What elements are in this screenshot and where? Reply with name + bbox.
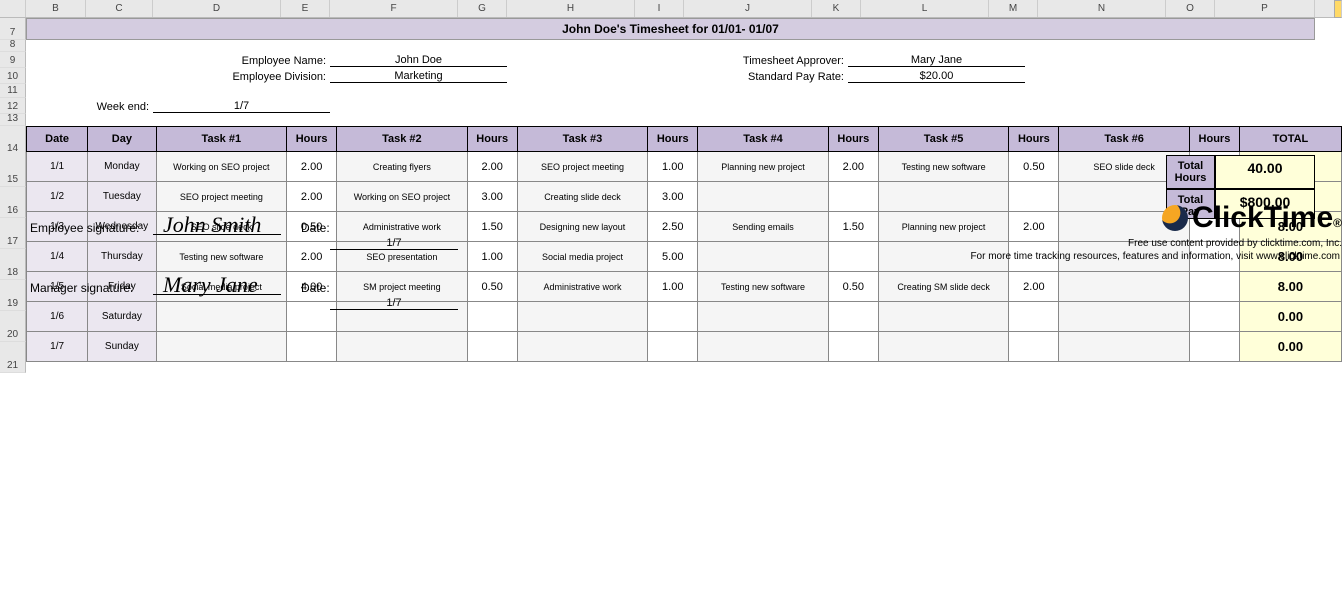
col-B[interactable]: B [26,0,86,17]
timesheet-title: John Doe's Timesheet for 01/01- 01/07 [26,18,1315,40]
total-hours-label: Total Hours [1166,155,1215,189]
employee-signature-label: Employee signature: [26,221,153,235]
col-O[interactable]: O [1166,0,1215,17]
column-headers: B C D E F G H I J K L M N O P [0,0,1342,18]
col-header-total: TOTAL [1239,127,1341,152]
manager-sig-date[interactable]: 1/7 [330,297,458,310]
cell-total[interactable]: 0.00 [1239,332,1341,362]
col-header-hours: Hours [467,127,517,152]
cell-day[interactable]: Sunday [88,332,156,362]
row-11[interactable]: 11 [0,84,26,98]
col-I[interactable]: I [635,0,684,17]
cell-t2[interactable] [337,332,468,362]
col-header-task-1: Task #1 [156,127,287,152]
col-C[interactable]: C [86,0,153,17]
total-hours-value: 40.00 [1215,155,1315,189]
col-E[interactable]: E [281,0,330,17]
row-8[interactable]: 8 [0,40,26,52]
cell-h2[interactable] [467,332,517,362]
col-H[interactable]: H [507,0,635,17]
manager-sig-date-label: Date: [301,281,350,295]
footer-line2: For more time tracking resources, featur… [26,251,1342,265]
clicktime-logo: ClickTime® [1162,201,1342,235]
row-20[interactable]: 20 [0,311,26,342]
cell-t5[interactable] [878,332,1009,362]
col-G[interactable]: G [458,0,507,17]
clicktime-logo-icon [1162,205,1188,231]
row-15[interactable]: 15 [0,156,26,187]
row-21[interactable]: 21 [0,342,26,373]
col-header-hours: Hours [1009,127,1059,152]
col-F[interactable]: F [330,0,458,17]
row-18[interactable]: 18 [0,249,26,280]
col-header-hours: Hours [828,127,878,152]
cell-t6[interactable] [1059,332,1190,362]
col-header-hours: Hours [287,127,337,152]
employee-division-label: Employee Division: [26,71,330,83]
table-row: 1/7Sunday 0.00 [27,332,1342,362]
col-header-task-6: Task #6 [1059,127,1190,152]
manager-signature-line[interactable]: Mary Jane [153,279,281,295]
employee-sig-date[interactable]: 1/7 [330,237,458,250]
cell-h4[interactable] [828,332,878,362]
row-14[interactable]: 14 [0,126,26,156]
employee-sig-date-label: Date: [301,221,350,235]
cell-h3[interactable] [648,332,698,362]
row-7[interactable]: 7 [0,18,26,40]
col-J[interactable]: J [684,0,812,17]
col-header-task-2: Task #2 [337,127,468,152]
approver-value[interactable]: Mary Jane [848,54,1025,67]
cell-t1[interactable] [156,332,287,362]
col-L[interactable]: L [861,0,989,17]
row-13[interactable]: 13 [0,114,26,126]
employee-name-value[interactable]: John Doe [330,54,507,67]
row-19[interactable]: 19 [0,280,26,311]
spreadsheet-view: B C D E F G H I J K L M N O P 7 John Doe… [0,0,1342,610]
col-D[interactable]: D [153,0,281,17]
pay-rate-value[interactable]: $20.00 [848,70,1025,83]
cell-date[interactable]: 1/7 [27,332,88,362]
row-10[interactable]: 10 [0,68,26,84]
manager-signature-label: Manager signature: [26,281,153,295]
col-header-task-4: Task #4 [698,127,829,152]
col-M[interactable]: M [989,0,1038,17]
approver-label: Timesheet Approver: [684,55,848,67]
col-header-hours: Hours [1189,127,1239,152]
row-16[interactable]: 16 [0,187,26,218]
col-header-task-3: Task #3 [517,127,648,152]
row-9[interactable]: 9 [0,52,26,68]
pay-rate-label: Standard Pay Rate: [684,71,848,83]
col-K[interactable]: K [812,0,861,17]
employee-name-label: Employee Name: [26,55,330,67]
selected-column-edge [1334,0,1342,18]
col-N[interactable]: N [1038,0,1166,17]
col-header-hours: Hours [648,127,698,152]
col-P[interactable]: P [1215,0,1315,17]
employee-signature-line[interactable]: John Smith [153,219,281,235]
weekend-value[interactable]: 1/7 [153,100,330,113]
row-12[interactable]: 12 [0,98,26,114]
col-header-date: Date [27,127,88,152]
row-17[interactable]: 17 [0,218,26,249]
col-header-day: Day [88,127,156,152]
employee-division-value[interactable]: Marketing [330,70,507,83]
cell-t3[interactable] [517,332,648,362]
table-header-row: DateDayTask #1HoursTask #2HoursTask #3Ho… [27,127,1342,152]
cell-h1[interactable] [287,332,337,362]
footer-line1: Free use content provided by clicktime.c… [458,238,1342,249]
cell-h6[interactable] [1189,332,1239,362]
weekend-label: Week end: [26,101,153,113]
col-header-task-5: Task #5 [878,127,1009,152]
cell-h5[interactable] [1009,332,1059,362]
cell-t4[interactable] [698,332,829,362]
